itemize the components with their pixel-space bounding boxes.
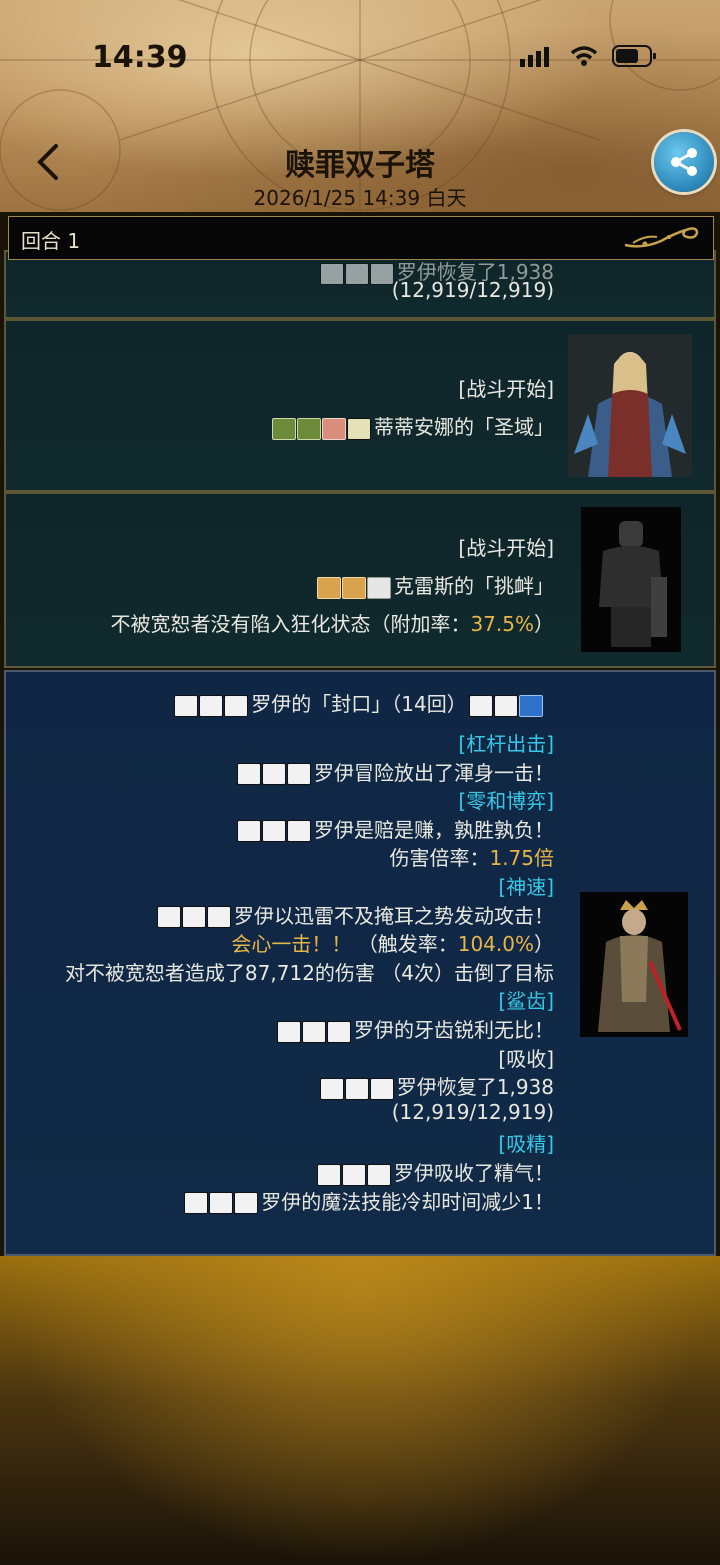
buff-icons bbox=[174, 694, 249, 717]
buff-icons bbox=[317, 576, 392, 599]
log-tag: [零和博弈] bbox=[458, 785, 554, 814]
detail-label: 不被宽恕者没有陷入狂化状态（附加率： bbox=[110, 612, 471, 636]
log-card-sanctuary: [战斗开始] 蒂蒂安娜的「圣域」 bbox=[4, 319, 716, 492]
detail-suffix: ） bbox=[534, 612, 554, 636]
log-plain-line: (12,919/12,919) bbox=[392, 1100, 554, 1124]
log-tag-text: [吸精] bbox=[498, 1132, 554, 1157]
log-line: 罗伊冒险放出了渾身一击！ bbox=[237, 757, 554, 786]
round-header: 回合 1 bbox=[8, 216, 714, 260]
status-time: 14:39 bbox=[92, 40, 188, 75]
log-detail: 不被宽恕者没有陷入狂化状态（附加率：37.5%） bbox=[110, 608, 554, 637]
kress-portrait[interactable] bbox=[581, 507, 681, 652]
gold-flourish-icon bbox=[624, 227, 699, 248]
crit-label: 会心一击！！ bbox=[231, 932, 352, 957]
page-title: 赎罪双子塔 bbox=[285, 148, 435, 183]
white-cross-icon bbox=[347, 417, 371, 440]
log-tag: [吸精] bbox=[498, 1128, 554, 1157]
log-text: 罗伊恢复了1,938 bbox=[396, 1075, 554, 1100]
damage-rate-line: 伤害倍率：1.75倍 bbox=[389, 842, 554, 871]
log-line: 罗伊以迅雷不及掩耳之势发动攻击！ bbox=[157, 900, 554, 929]
rate-label: 伤害倍率： bbox=[389, 846, 490, 871]
log-tag: [战斗开始] bbox=[458, 377, 554, 401]
log-card-taunt: [战斗开始] 克雷斯的「挑衅」 不被宽恕者没有陷入狂化状态（附加率：37.5%） bbox=[4, 492, 716, 668]
titiana-portrait[interactable] bbox=[568, 334, 692, 477]
log-line: 罗伊的魔法技能冷却时间减少1！ bbox=[184, 1186, 554, 1215]
log-line: 罗伊吸收了精气！ bbox=[317, 1157, 554, 1186]
log-tag: [神速] bbox=[498, 871, 554, 900]
crit-value: 104.0% bbox=[457, 932, 534, 957]
round-label: 回合 1 bbox=[21, 229, 81, 253]
wifi-icon bbox=[570, 46, 598, 66]
detail-value: 37.5% bbox=[470, 612, 534, 636]
log-text: [吸收] bbox=[498, 1046, 554, 1071]
log-tag: [杠杆出击] bbox=[458, 728, 554, 757]
log-line: 克雷斯的「挑衅」 bbox=[317, 570, 554, 599]
log-line: 罗伊恢复了1,938 bbox=[319, 1071, 554, 1100]
share-button[interactable] bbox=[654, 132, 714, 192]
rate-value: 1.75倍 bbox=[489, 846, 554, 871]
log-tag-text: [零和博弈] bbox=[458, 789, 554, 814]
buff-icons bbox=[157, 906, 232, 929]
log-text: 克雷斯的「挑衅」 bbox=[394, 574, 554, 598]
green-cross-icon bbox=[272, 417, 296, 440]
debuff-icons bbox=[468, 694, 544, 717]
log-text: 罗伊的魔法技能冷却时间减少1！ bbox=[261, 1189, 554, 1214]
buff-icons bbox=[237, 820, 312, 843]
log-tag: [鲨齿] bbox=[498, 985, 554, 1014]
buff-icons bbox=[272, 417, 372, 440]
log-line: 罗伊的牙齿锐利无比！ bbox=[277, 1014, 554, 1043]
log-text: 罗伊冒险放出了渾身一击！ bbox=[314, 760, 554, 785]
roy-portrait[interactable] bbox=[580, 892, 688, 1037]
hp-line: (12,919/12,919) bbox=[391, 278, 554, 302]
log-line: 罗伊是赔是赚，孰胜孰负！ bbox=[237, 814, 554, 843]
battery-icon bbox=[612, 45, 656, 67]
green-cross-icon bbox=[297, 417, 321, 440]
critical-hit-line: 会心一击！！ （触发率：104.0%） bbox=[231, 928, 554, 957]
brick-wall-icon bbox=[367, 576, 391, 599]
buff-icons bbox=[319, 1077, 395, 1100]
signal-icon bbox=[520, 47, 549, 67]
log-header-line: 罗伊的「封口」（14回） bbox=[6, 688, 714, 717]
share-icon bbox=[671, 148, 697, 176]
buff-icons bbox=[237, 763, 312, 786]
orange-arrow-icon bbox=[322, 417, 346, 440]
log-card-recover: 罗伊恢复了1,938 (12,919/12,919) bbox=[4, 250, 716, 319]
page-subtitle: 2026/1/25 14:39 白天 bbox=[253, 186, 467, 210]
crit-prefix: （触发率： bbox=[357, 932, 458, 957]
log-tag-text: [杠杆出击] bbox=[458, 732, 554, 756]
log-card-seal: 罗伊的「封口」（14回） [杠杆出击] 罗伊冒险放出了渾身一击！ [零和博弈] 罗伊是… bbox=[4, 670, 716, 1256]
log-tag-text: [鲨齿] bbox=[498, 989, 554, 1014]
log-plain-line: 对不被宽恕者造成了87,712的伤害 （4次）击倒了目标 bbox=[65, 957, 554, 986]
log-text: 罗伊以迅雷不及掩耳之势发动攻击！ bbox=[234, 903, 554, 928]
sword-shield-icon bbox=[342, 576, 366, 599]
log-text: (12,919/12,919) bbox=[391, 1099, 554, 1124]
empty-log-area bbox=[0, 1256, 720, 1565]
status-icons bbox=[520, 44, 658, 68]
buff-icons bbox=[184, 1192, 259, 1215]
buff-icons bbox=[317, 1163, 392, 1186]
top-header: 14:39 赎罪双子塔 2026/1/25 14:39 白天 bbox=[0, 0, 720, 212]
crit-suffix: ） bbox=[534, 932, 554, 957]
log-text: 罗伊吸收了精气！ bbox=[394, 1161, 554, 1185]
buff-icons bbox=[277, 1020, 352, 1043]
shield-icon bbox=[317, 576, 341, 599]
log-tag-text: [神速] bbox=[498, 875, 554, 899]
log-tag: [战斗开始] bbox=[458, 536, 554, 560]
log-text: 蒂蒂安娜的「圣域」 bbox=[374, 415, 554, 439]
log-text: 对不被宽恕者造成了87,712的伤害 （4次）击倒了目标 bbox=[64, 960, 554, 985]
log-text: 罗伊的「封口」（14回） bbox=[251, 692, 467, 716]
log-text: 罗伊是赔是赚，孰胜孰负！ bbox=[314, 817, 554, 842]
buff-icons bbox=[319, 262, 395, 285]
log-text: 罗伊的牙齿锐利无比！ bbox=[354, 1018, 554, 1042]
log-plain-line: [吸收] bbox=[498, 1043, 554, 1072]
log-line: 蒂蒂安娜的「圣域」 bbox=[272, 411, 554, 440]
